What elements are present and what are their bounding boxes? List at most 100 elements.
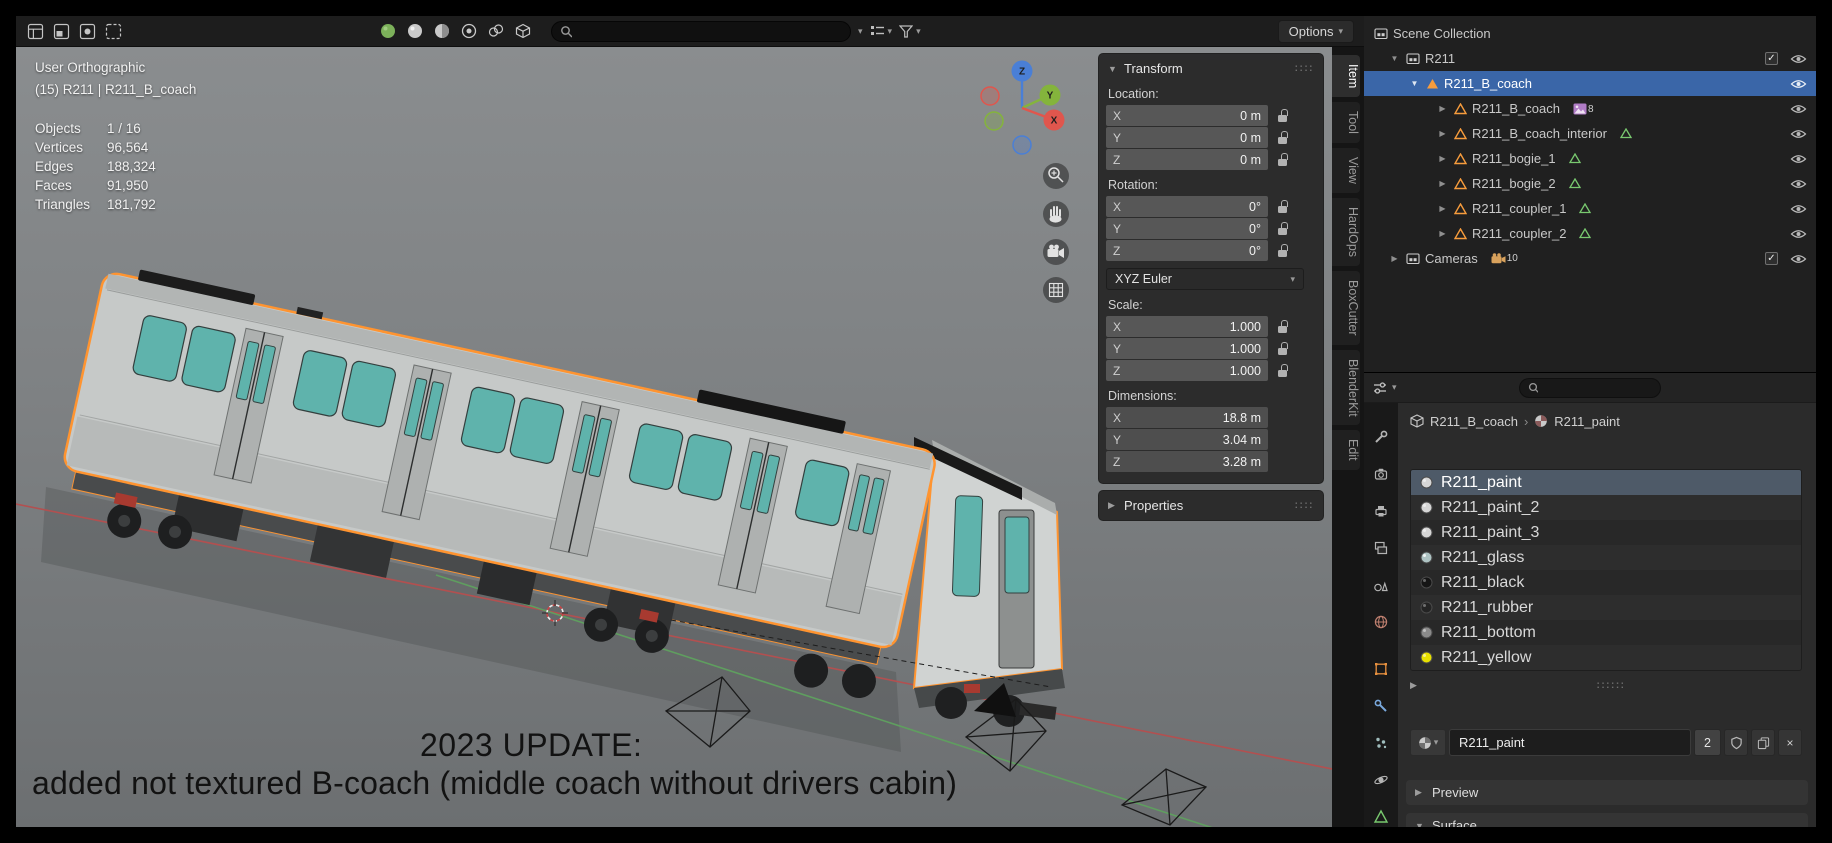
surface-panel-header[interactable]: ▼ Surface bbox=[1406, 813, 1808, 827]
particles-tab-icon[interactable] bbox=[1368, 731, 1394, 755]
visibility-eye-icon[interactable] bbox=[1790, 129, 1807, 139]
material-slot[interactable]: R211_paint_2 bbox=[1411, 495, 1801, 520]
visibility-eye-icon[interactable] bbox=[1790, 229, 1807, 239]
material-slot[interactable]: R211_glass bbox=[1411, 545, 1801, 570]
panel-grip[interactable]: :::: bbox=[1295, 63, 1314, 74]
visibility-eye-icon[interactable] bbox=[1790, 79, 1807, 89]
tool-tab-icon[interactable] bbox=[1368, 425, 1394, 449]
fake-user-shield-button[interactable] bbox=[1724, 729, 1748, 756]
disclosure-caret-icon[interactable]: ▶ bbox=[1436, 229, 1449, 238]
location-z-lock-icon[interactable] bbox=[1274, 151, 1292, 169]
navigation-gizmo[interactable]: Z Y X bbox=[976, 53, 1086, 315]
outliner-row-child-4[interactable]: ▶ R211_coupler_1 bbox=[1364, 196, 1816, 221]
display-mode-icon[interactable] bbox=[104, 22, 123, 41]
rotation-x-lock-icon[interactable] bbox=[1274, 198, 1292, 216]
view-layer-tab-icon[interactable] bbox=[1368, 536, 1394, 560]
outliner-row-child-5[interactable]: ▶ R211_coupler_2 bbox=[1364, 221, 1816, 246]
pan-hand-button[interactable] bbox=[1043, 201, 1069, 227]
properties-search[interactable] bbox=[1518, 377, 1661, 398]
outliner-row-child-2[interactable]: ▶ R211_bogie_1 bbox=[1364, 146, 1816, 171]
location-x-field[interactable]: X0 m bbox=[1106, 105, 1268, 126]
preview-panel-header[interactable]: ▶ Preview bbox=[1406, 780, 1808, 805]
tab-view[interactable]: View bbox=[1332, 148, 1360, 194]
tab-boxcutter[interactable]: BoxCutter bbox=[1332, 271, 1360, 345]
scale-y-field[interactable]: Y 1.000 bbox=[1106, 338, 1268, 359]
visibility-eye-icon[interactable] bbox=[1790, 254, 1807, 264]
rotation-y-field[interactable]: Y 0° bbox=[1106, 218, 1268, 239]
scale-x-field[interactable]: X 1.000 bbox=[1106, 316, 1268, 337]
rotation-z-lock-icon[interactable] bbox=[1274, 242, 1292, 260]
location-y-field[interactable]: Y0 m bbox=[1106, 127, 1268, 148]
object-tab-icon[interactable] bbox=[1368, 657, 1394, 681]
viewport-canvas[interactable]: User Orthographic (15) R211 | R211_B_coa… bbox=[16, 47, 1332, 827]
outliner-row-scene-collection[interactable]: Scene Collection bbox=[1364, 21, 1816, 46]
location-x-lock-icon[interactable] bbox=[1274, 107, 1292, 125]
outliner-row-child-0[interactable]: ▶ R211_B_coach 8 bbox=[1364, 96, 1816, 121]
panel-grip[interactable]: :::: bbox=[1295, 500, 1314, 511]
tab-item[interactable]: Item bbox=[1332, 55, 1360, 98]
camera-object-3[interactable] bbox=[1120, 768, 1208, 826]
grid-ortho-button[interactable] bbox=[1043, 277, 1069, 303]
render-tab-icon[interactable] bbox=[1368, 462, 1394, 486]
output-tab-icon[interactable] bbox=[1368, 499, 1394, 523]
disclosure-caret-icon[interactable]: ▼ bbox=[1388, 54, 1401, 63]
axis-neg-x-handle[interactable] bbox=[980, 86, 1000, 106]
visibility-eye-icon[interactable] bbox=[1790, 104, 1807, 114]
editor-type-icon[interactable] bbox=[26, 22, 45, 41]
collapse-caret-icon[interactable]: ▶ bbox=[1410, 680, 1420, 691]
material-slot[interactable]: R211_yellow bbox=[1411, 645, 1801, 670]
outliner-row-selected-object[interactable]: ▼ R211_B_coach bbox=[1364, 71, 1816, 96]
viewport-nav-buttons[interactable] bbox=[1043, 163, 1069, 303]
disclosure-caret-icon[interactable]: ▶ bbox=[1436, 154, 1449, 163]
scale-z-field[interactable]: Z 1.000 bbox=[1106, 360, 1268, 381]
overlays-icon[interactable] bbox=[486, 22, 505, 41]
scale-y-lock-icon[interactable] bbox=[1274, 340, 1292, 358]
material-slot[interactable]: R211_black bbox=[1411, 570, 1801, 595]
new-copy-button[interactable] bbox=[1751, 729, 1775, 756]
rotation-mode-dropdown[interactable]: XYZ Euler ▾ bbox=[1106, 268, 1304, 290]
location-y-lock-icon[interactable] bbox=[1274, 129, 1292, 147]
material-slot[interactable]: R211_rubber bbox=[1411, 595, 1801, 620]
material-preview-sphere-icon[interactable] bbox=[378, 22, 397, 41]
material-slot[interactable]: R211_paint_3 bbox=[1411, 520, 1801, 545]
list-mode-button[interactable]: ▾ bbox=[870, 24, 892, 38]
shading-solid-sphere-icon[interactable] bbox=[405, 22, 424, 41]
view-layout-icon[interactable] bbox=[52, 22, 71, 41]
users-count-button[interactable]: 2 bbox=[1694, 729, 1721, 756]
unlink-button[interactable]: × bbox=[1778, 729, 1802, 756]
collapse-caret-icon[interactable]: ▶ bbox=[1108, 500, 1118, 511]
visibility-eye-icon[interactable] bbox=[1790, 179, 1807, 189]
tab-blenderkit[interactable]: BlenderKit bbox=[1332, 349, 1360, 426]
scale-z-lock-icon[interactable] bbox=[1274, 362, 1292, 380]
rotation-z-field[interactable]: Z 0° bbox=[1106, 240, 1268, 261]
camera-view-button[interactable] bbox=[1043, 239, 1069, 265]
viewport-search-input[interactable] bbox=[578, 24, 842, 38]
rotation-x-field[interactable]: X 0° bbox=[1106, 196, 1268, 217]
disclosure-caret-icon[interactable]: ▶ bbox=[1436, 104, 1449, 113]
collection-checkbox[interactable]: ✓ bbox=[1765, 252, 1778, 265]
tab-hardops[interactable]: HardOps bbox=[1332, 198, 1360, 267]
material-slot[interactable]: R211_bottom bbox=[1411, 620, 1801, 645]
tab-tool[interactable]: Tool bbox=[1332, 102, 1360, 144]
disclosure-caret-icon[interactable]: ▶ bbox=[1436, 179, 1449, 188]
axis-gizmo[interactable]: Z Y X bbox=[980, 60, 1065, 155]
workspace-icon[interactable] bbox=[78, 22, 97, 41]
filter-button[interactable]: ▾ bbox=[899, 24, 921, 38]
zoom-button[interactable] bbox=[1043, 163, 1069, 189]
location-z-field[interactable]: Z0 m bbox=[1106, 149, 1268, 170]
scale-x-lock-icon[interactable] bbox=[1274, 318, 1292, 336]
material-slot[interactable]: R211_paint bbox=[1411, 470, 1801, 495]
collapse-caret-icon[interactable]: ▼ bbox=[1108, 64, 1118, 74]
properties-subpanel[interactable]: ▶ Properties :::: bbox=[1098, 490, 1324, 521]
tab-edit[interactable]: Edit bbox=[1332, 430, 1360, 470]
disclosure-caret-icon[interactable]: ▶ bbox=[1388, 254, 1401, 263]
viewport-search[interactable] bbox=[551, 20, 851, 42]
outliner-row-cameras[interactable]: ▶ Cameras 10 ✓ bbox=[1364, 246, 1816, 271]
visibility-eye-icon[interactable] bbox=[1790, 54, 1807, 64]
disclosure-caret-icon[interactable]: ▶ bbox=[1436, 129, 1449, 138]
search-options-caret[interactable]: ▾ bbox=[858, 26, 863, 37]
outliner-row-r211-collection[interactable]: ▼ R211 ✓ bbox=[1364, 46, 1816, 71]
rotation-y-lock-icon[interactable] bbox=[1274, 220, 1292, 238]
options-button[interactable]: Options ▾ bbox=[1277, 19, 1354, 43]
shading-rendered-sphere-icon[interactable] bbox=[459, 22, 478, 41]
